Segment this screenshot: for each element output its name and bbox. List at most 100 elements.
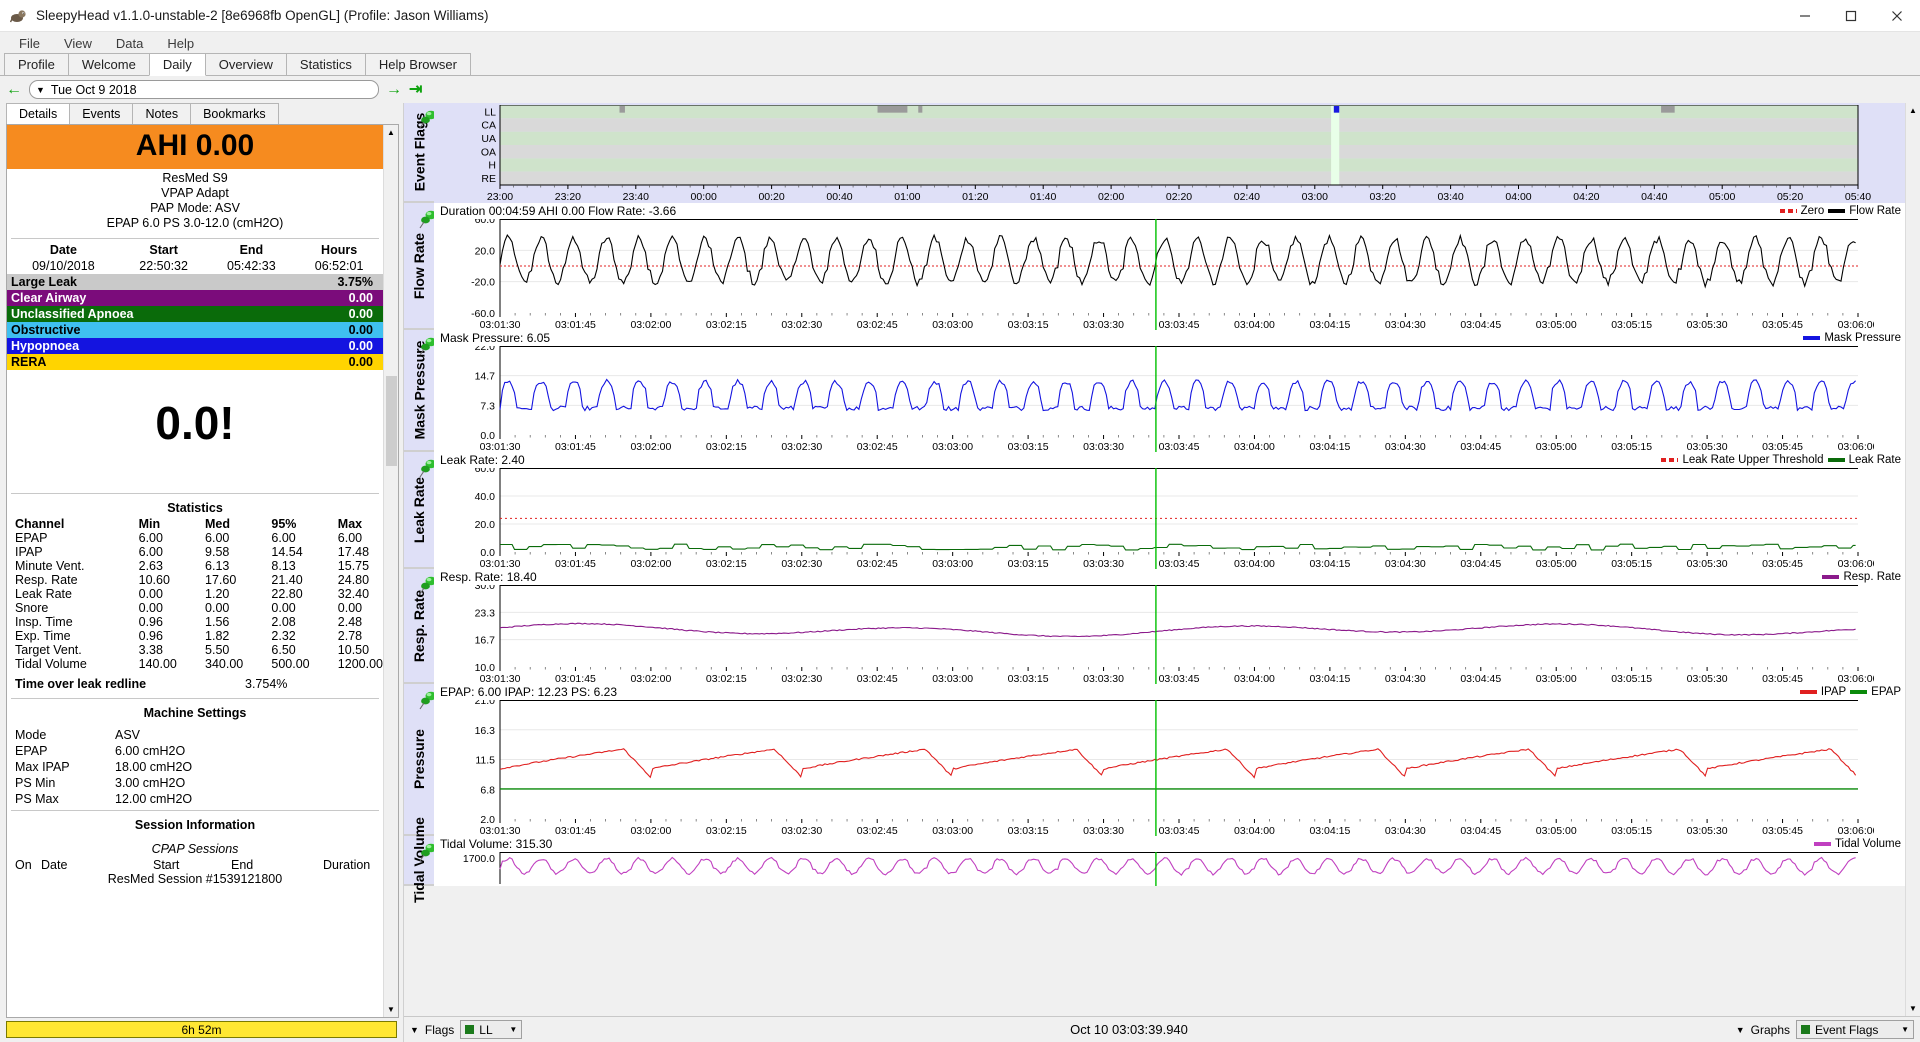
event-row-rera[interactable]: RERA 0.00: [7, 354, 383, 370]
menu-file[interactable]: File: [8, 34, 51, 53]
maximize-button[interactable]: [1828, 0, 1874, 32]
svg-text:03:06:00: 03:06:00: [1838, 558, 1874, 569]
tab-statistics[interactable]: Statistics: [285, 53, 366, 75]
plot-area[interactable]: 21.0 16.3 11.5 6.8 2.0 03:01:30 03:01:45 03:02:…: [434, 700, 1905, 836]
graph-title-text: Flow Rate: [411, 232, 427, 299]
previous-day-arrow-icon[interactable]: ←: [6, 81, 22, 98]
event-value: 0.00: [348, 307, 373, 321]
menu-view[interactable]: View: [53, 34, 103, 53]
flags-label: Flags: [424, 1022, 455, 1037]
event-row-clear-airway[interactable]: Clear Airway 0.00: [7, 290, 383, 306]
graph-pane-leak-rate[interactable]: Leak Rate Leak Rate: 2.40 Leak Rate Upper …: [404, 452, 1905, 569]
device-model: ResMed S9: [162, 171, 228, 185]
col-date: Date: [49, 243, 77, 257]
col-95: 95%: [271, 517, 297, 531]
graphs-dropdown[interactable]: Event Flags ▼: [1796, 1020, 1914, 1039]
chevron-down-icon[interactable]: ▼: [1736, 1025, 1745, 1035]
graph-pane-event-flags[interactable]: Event Flags LL CA UA OA H RE 23:00 23:20 23:40 00:…: [404, 103, 1905, 203]
graph-stack: Event Flags LL CA UA OA H RE 23:00 23:20 23:40 00:…: [404, 103, 1905, 1016]
svg-text:7.3: 7.3: [480, 400, 495, 412]
tab-daily[interactable]: Daily: [148, 53, 206, 76]
chevron-down-icon[interactable]: ▼: [410, 1025, 419, 1035]
subtab-bookmarks[interactable]: Bookmarks: [190, 103, 279, 124]
legend-label: Resp. Rate: [1843, 571, 1901, 583]
svg-text:03:02:45: 03:02:45: [857, 825, 898, 836]
graph-pane-resp-rate[interactable]: Resp. Rate Resp. Rate: 18.40 Resp. Rate 30.…: [404, 569, 1905, 684]
menu-help[interactable]: Help: [156, 34, 205, 53]
cell-channel: Resp. Rate: [15, 573, 78, 587]
graph-body[interactable]: EPAP: 6.00 IPAP: 12.23 PS: 6.23 IPAP EPAP 2…: [434, 684, 1905, 836]
svg-text:03:03:00: 03:03:00: [932, 319, 973, 330]
subtab-events[interactable]: Events: [69, 103, 134, 124]
last-day-arrow-icon[interactable]: ⇥: [409, 81, 422, 98]
scroll-up-icon[interactable]: ▲: [383, 125, 398, 140]
svg-text:03:02:30: 03:02:30: [781, 673, 822, 684]
svg-text:03:02:30: 03:02:30: [781, 319, 822, 330]
setting-value: 18.00 cmH2O: [115, 760, 193, 774]
cell-min: 3.38: [138, 643, 163, 657]
graph-pane-mask-pressure[interactable]: Mask Pressure Mask Pressure: 6.05 Mask Pre…: [404, 330, 1905, 452]
svg-text:05:40: 05:40: [1845, 191, 1871, 203]
graph-scrollbar[interactable]: ▲ ▼: [1905, 103, 1920, 1016]
event-row-unclassified-apnoea[interactable]: Unclassified Apnoea 0.00: [7, 306, 383, 322]
menu-data[interactable]: Data: [105, 34, 154, 53]
details-scrollbar[interactable]: ▲ ▼: [383, 125, 398, 1017]
svg-text:03:03:15: 03:03:15: [1008, 673, 1049, 684]
session-id-row[interactable]: ResMed Session #1539121800: [7, 872, 383, 886]
event-row-obstructive[interactable]: Obstructive 0.00: [7, 322, 383, 338]
plot-area[interactable]: 1700.0: [434, 852, 1905, 886]
event-row-hypopnoea[interactable]: Hypopnoea 0.00: [7, 338, 383, 354]
svg-text:03:03:30: 03:03:30: [1083, 319, 1124, 330]
flags-dropdown[interactable]: LL ▼: [460, 1020, 523, 1039]
plot-area[interactable]: 30.0 23.3 16.7 10.0 03:01:30 03:01:45 03:02:00…: [434, 585, 1905, 684]
next-day-arrow-icon[interactable]: →: [386, 81, 402, 98]
machine-row-ps-min: PS Min 3.00 cmH2O: [7, 775, 383, 791]
svg-text:03:01:45: 03:01:45: [555, 673, 596, 684]
date-picker[interactable]: ▼ Tue Oct 9 2018: [29, 80, 379, 99]
graph-body[interactable]: Leak Rate: 2.40 Leak Rate Upper Threshold…: [434, 452, 1905, 569]
svg-text:03:00: 03:00: [1302, 191, 1328, 203]
tab-welcome[interactable]: Welcome: [67, 53, 150, 75]
scroll-up-icon[interactable]: ▲: [1906, 103, 1920, 118]
tab-overview[interactable]: Overview: [204, 53, 287, 75]
event-row-large-leak[interactable]: Large Leak 3.75%: [7, 274, 383, 290]
plot-area[interactable]: 60.0 40.0 20.0 0.0 03:01:30 03:01:45 03:02:00 0…: [434, 468, 1905, 569]
subtab-notes[interactable]: Notes: [132, 103, 192, 124]
graph-pane-pressure[interactable]: Pressure EPAP: 6.00 IPAP: 12.23 PS: 6.23 I…: [404, 684, 1905, 836]
plot-area[interactable]: LL CA UA OA H RE 23:00 23:20 23:40 00:00 00:20 00:4…: [434, 105, 1905, 203]
svg-text:03:02:45: 03:02:45: [857, 558, 898, 569]
graph-legend: Leak Rate Upper Threshold Leak Rate: [1661, 452, 1901, 468]
graph-body[interactable]: Resp. Rate: 18.40 Resp. Rate 30.0 23.3 16.7 1…: [434, 569, 1905, 684]
graph-body[interactable]: LL CA UA OA H RE 23:00 23:20 23:40 00:00 00:20 00:4…: [434, 103, 1905, 203]
close-button[interactable]: [1874, 0, 1920, 32]
scrollbar-thumb[interactable]: [385, 376, 397, 466]
plot-area[interactable]: 60.0 20.0 -20.0 -60.0 03:01:30 03:01:45 03:02:…: [434, 219, 1905, 330]
machine-settings-title: Machine Settings: [143, 706, 247, 720]
event-label: Large Leak: [11, 275, 78, 289]
scroll-down-icon[interactable]: ▼: [383, 1002, 398, 1017]
setting-key: Max IPAP: [15, 760, 70, 774]
tab-help-browser[interactable]: Help Browser: [364, 53, 471, 75]
cell-med: 17.60: [205, 573, 237, 587]
col-hours: Hours: [321, 243, 358, 257]
chevron-down-icon[interactable]: ▼: [509, 1025, 517, 1034]
svg-text:03:40: 03:40: [1437, 191, 1463, 203]
graph-pane-flow-rate[interactable]: Flow Rate Duration 00:04:59 AHI 0.00 Flow…: [404, 203, 1905, 330]
plot-area[interactable]: 22.0 14.7 7.3 0.0 03:01:30 03:01:45 03:02:00 03…: [434, 346, 1905, 452]
scroll-down-icon[interactable]: ▼: [1906, 1001, 1920, 1016]
chevron-down-icon[interactable]: ▼: [1901, 1025, 1909, 1034]
legend-swatch-icon: [1822, 575, 1840, 579]
graph-header-text: Resp. Rate: 18.40: [440, 570, 537, 584]
tab-profile[interactable]: Profile: [4, 53, 69, 75]
svg-text:03:01:45: 03:01:45: [555, 319, 596, 330]
minimize-button[interactable]: [1782, 0, 1828, 32]
graph-body[interactable]: Mask Pressure: 6.05 Mask Pressure 22.0 14.7…: [434, 330, 1905, 452]
graph-header-text: Tidal Volume: 315.30: [440, 837, 553, 851]
graph-body[interactable]: Duration 00:04:59 AHI 0.00 Flow Rate: -3…: [434, 203, 1905, 330]
subtab-details[interactable]: Details: [6, 103, 71, 124]
chevron-down-icon[interactable]: ▼: [36, 85, 45, 95]
graph-body[interactable]: Tidal Volume: 315.30 Tidal Volume 1700.0: [434, 836, 1905, 886]
svg-text:03:05:45: 03:05:45: [1762, 319, 1803, 330]
graph-pane-tidal-volume[interactable]: Tidal Volume Tidal Volume: 315.30 Tidal Vo…: [404, 817, 1905, 903]
table-row: 09/10/2018 22:50:32 05:42:33 06:52:01: [7, 258, 383, 274]
